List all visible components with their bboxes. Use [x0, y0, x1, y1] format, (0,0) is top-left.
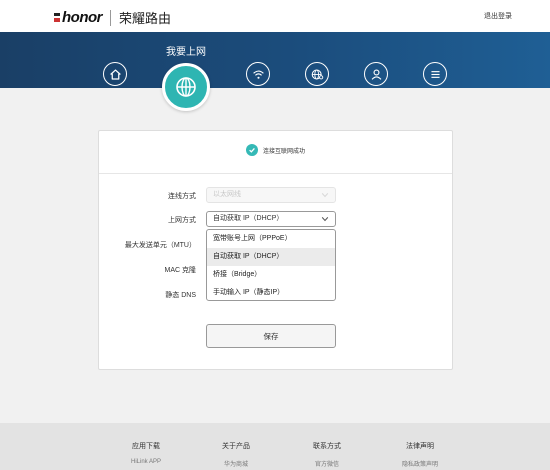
- nav-home[interactable]: [103, 62, 127, 86]
- footer-link-huawei-store[interactable]: 华为商城: [206, 459, 266, 468]
- nav-internet[interactable]: [162, 63, 210, 111]
- nav-more[interactable]: [423, 62, 447, 86]
- connection-mode-value: 以太网线: [213, 191, 241, 198]
- connection-status: 连接互联网成功: [99, 144, 452, 156]
- footer-column-products: 关于产品 华为商城: [206, 441, 266, 468]
- card-divider: [99, 173, 452, 174]
- connection-mode-label: 连线方式: [168, 193, 196, 200]
- footer-link-hilink-app[interactable]: HiLink APP: [116, 459, 176, 465]
- brand: honor 荣耀路由: [54, 8, 171, 27]
- dropdown-option-dhcp[interactable]: 自动获取 IP（DHCP）: [207, 248, 335, 266]
- internet-mode-dropdown: 宽带账号上网（PPPoE） 自动获取 IP（DHCP） 桥接（Bridge） 手…: [206, 229, 336, 301]
- nav-active-caption: 我要上网: [166, 47, 206, 58]
- internet-mode-value: 自动获取 IP（DHCP）: [213, 215, 284, 222]
- footer-column-legal: 法律声明 隐私政策声明: [390, 441, 450, 468]
- footer-link-wechat[interactable]: 官方微信: [297, 459, 357, 468]
- internet-mode-label: 上网方式: [168, 217, 196, 224]
- footer-heading: 法律声明: [406, 443, 434, 450]
- chevron-down-icon: [321, 193, 329, 198]
- footer-heading: 关于产品: [222, 443, 250, 450]
- dropdown-option-static-ip[interactable]: 手动输入 IP（静态IP）: [207, 284, 335, 300]
- nav-account[interactable]: [364, 62, 388, 86]
- mac-clone-label: MAC 克隆: [164, 267, 197, 274]
- footer-column-download: 应用下载 HiLink APP: [116, 441, 176, 465]
- dropdown-option-pppoe[interactable]: 宽带账号上网（PPPoE）: [207, 230, 335, 248]
- brand-divider: [110, 9, 111, 26]
- globe-settings-icon: [311, 69, 323, 79]
- nav-banner: [0, 32, 550, 88]
- connection-mode-select: 以太网线: [206, 187, 336, 203]
- honor-logo: honor: [54, 9, 103, 26]
- brand-name: 荣耀路由: [119, 11, 172, 26]
- status-text: 连接互联网成功: [262, 148, 305, 155]
- footer-link-privacy[interactable]: 隐私政策声明: [390, 459, 450, 468]
- logo-text: honor: [62, 9, 103, 26]
- internet-settings-card: 连接互联网成功 连线方式 以太网线 上网方式 自动获取 IP（DHCP） 最大发…: [98, 130, 453, 370]
- footer-heading: 应用下载: [132, 443, 160, 450]
- top-bar: honor 荣耀路由 退出登录: [0, 0, 550, 32]
- nav-network-settings[interactable]: [305, 62, 329, 86]
- user-icon: [371, 68, 381, 80]
- mtu-label: 最大发送单元（MTU）: [124, 242, 196, 249]
- globe-icon: [176, 77, 196, 97]
- footer: 应用下载 HiLink APP 关于产品 华为商城 联系方式 官方微信 法律声明…: [0, 423, 550, 470]
- footer-heading: 联系方式: [313, 443, 341, 450]
- home-icon: [109, 68, 121, 80]
- menu-icon: [430, 70, 440, 78]
- nav-wifi[interactable]: [246, 62, 270, 86]
- logo-mark: [54, 12, 61, 24]
- wifi-icon: [252, 69, 264, 79]
- static-dns-label: 静态 DNS: [165, 292, 196, 299]
- internet-mode-select[interactable]: 自动获取 IP（DHCP）: [206, 211, 336, 227]
- dropdown-option-bridge[interactable]: 桥接（Bridge）: [207, 266, 335, 284]
- check-icon: [245, 144, 258, 156]
- chevron-down-icon: [321, 217, 329, 222]
- footer-column-contact: 联系方式 官方微信: [297, 441, 357, 468]
- save-button[interactable]: 保存: [206, 324, 336, 348]
- logout-link[interactable]: 退出登录: [484, 11, 512, 21]
